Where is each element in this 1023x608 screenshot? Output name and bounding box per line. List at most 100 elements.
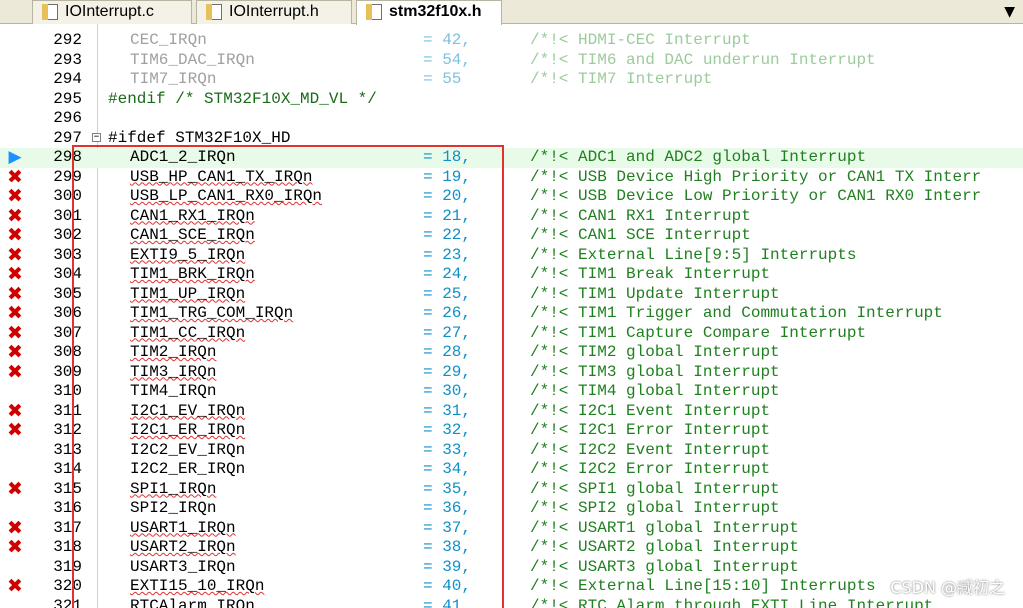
code-line[interactable]: 292 CEC_IRQn = 42, /*!< HDMI-CEC Interrupt (0, 31, 1023, 51)
line-number: 307 (53, 323, 82, 342)
fold-toggle-icon[interactable]: − (92, 132, 101, 142)
enum-value: = 35, (423, 479, 472, 498)
code-line[interactable]: 321 RTCAlarm_IRQn = 41, /*!< RTC Alarm thro… (0, 597, 1023, 608)
code-line[interactable]: 295 #endif /* STM32F10X_MD_VL */ (0, 90, 1023, 110)
code-comment: /*!< TIM4 global Interrupt (530, 382, 780, 400)
enum-value: = 55 (423, 70, 462, 88)
code-line[interactable]: ✖ 305 TIM1_UP_IRQn = 25, /*!< TIM1 Update In… (0, 284, 1023, 305)
error-x-icon[interactable]: ✖ (6, 323, 24, 343)
code-line[interactable]: 297− #ifdef STM32F10X_HD (0, 129, 1023, 149)
error-x-icon[interactable]: ✖ (6, 401, 24, 421)
code-line[interactable]: ✖ 307 TIM1_CC_IRQn = 27, /*!< TIM1 Capture C… (0, 323, 1023, 344)
code-line[interactable]: ✖ 306 TIM1_TRG_COM_IRQn = 26, /*!< TIM1 Trig… (0, 304, 1023, 324)
code-line[interactable]: ▶ 298 ADC1_2_IRQn = 18, /*!< ADC1 and ADC2 g… (0, 148, 1023, 168)
error-x-icon[interactable]: ✖ (6, 187, 24, 206)
line-number: 300 (53, 187, 82, 205)
error-x-icon[interactable]: ✖ (6, 362, 24, 382)
tab-list-dropdown-icon[interactable]: ▼ (1004, 4, 1015, 20)
code-line[interactable]: ✖ 320 EXTI15_10_IRQn = 40, /*!< External Lin… (0, 577, 1023, 597)
code-line[interactable]: ✖ 317 USART1_IRQn = 37, /*!< USART1 global I… (0, 518, 1023, 539)
code-comment: /*!< External Line[9:5] Interrupts (530, 245, 857, 264)
line-number: 303 (53, 245, 82, 264)
error-x-icon[interactable]: ✖ (6, 265, 24, 284)
enum-value: = 22, (423, 226, 472, 244)
error-x-icon[interactable]: ✖ (6, 167, 24, 187)
enum-identifier: CAN1_RX1_IRQn (130, 206, 255, 225)
code-comment: /*!< TIM7 Interrupt (530, 70, 713, 88)
enum-value: = 54, (423, 50, 472, 69)
enum-value: = 42, (423, 31, 472, 49)
error-x-icon[interactable]: ✖ (6, 421, 24, 440)
code-comment: /*!< TIM1 Capture Compare Interrupt (530, 323, 867, 342)
code-comment: /*!< HDMI-CEC Interrupt (530, 31, 751, 49)
error-x-icon[interactable]: ✖ (6, 245, 24, 265)
error-x-icon[interactable]: ✖ (6, 577, 24, 596)
enum-identifier: USART1_IRQn (130, 518, 236, 537)
error-x-icon[interactable]: ✖ (6, 479, 24, 499)
enum-identifier: TIM2_IRQn (130, 343, 217, 361)
code-line[interactable]: ✖ 309 TIM3_IRQn = 29, /*!< TIM3 global Inter… (0, 362, 1023, 383)
enum-value: = 32, (423, 421, 472, 439)
error-x-icon[interactable]: ✖ (6, 538, 24, 557)
code-comment: /*!< RTC Alarm through EXTI Line Interru… (530, 596, 934, 608)
code-line[interactable]: 316 SPI2_IRQn = 36, /*!< SPI2 global Interr… (0, 499, 1023, 519)
code-line[interactable]: 293 TIM6_DAC_IRQn = 54, /*!< TIM6 and DAC u… (0, 51, 1023, 71)
enum-identifier: CEC_IRQn (130, 31, 207, 49)
line-number: 304 (53, 265, 82, 283)
code-line[interactable]: ✖ 312 I2C1_ER_IRQn = 32, /*!< I2C1 Error Int… (0, 421, 1023, 441)
enum-identifier: RTCAlarm_IRQn (130, 596, 255, 608)
code-line[interactable]: ✖ 315 SPI1_IRQn = 35, /*!< SPI1 global Inter… (0, 479, 1023, 500)
code-line[interactable]: 319 USART3_IRQn = 39, /*!< USART3 global In… (0, 558, 1023, 578)
enum-identifier: USART2_IRQn (130, 538, 236, 556)
enum-identifier: TIM1_BRK_IRQn (130, 265, 255, 283)
enum-identifier: I2C1_EV_IRQn (130, 401, 246, 420)
code-line[interactable]: ✖ 303 EXTI9_5_IRQn = 23, /*!< External Line[… (0, 245, 1023, 266)
code-comment: /*!< USART2 global Interrupt (530, 538, 799, 556)
enum-identifier: TIM1_TRG_COM_IRQn (130, 304, 294, 322)
code-line[interactable]: ✖ 300 USB_LP_CAN1_RX0_IRQn = 20, /*!< USB De… (0, 187, 1023, 207)
code-comment: /*!< TIM1 Update Interrupt (530, 284, 780, 303)
code-line[interactable]: 296 (0, 109, 1023, 129)
enum-value: = 21, (423, 206, 472, 225)
tab-iointerrupt-c[interactable]: IOInterrupt.c (32, 0, 192, 24)
code-line[interactable]: 310 TIM4_IRQn = 30, /*!< TIM4 global Interr… (0, 382, 1023, 402)
code-line[interactable]: 314 I2C2_ER_IRQn = 34, /*!< I2C2 Error Inte… (0, 460, 1023, 480)
code-line[interactable]: ✖ 311 I2C1_EV_IRQn = 31, /*!< I2C1 Event Int… (0, 401, 1023, 422)
enum-identifier: EXTI9_5_IRQn (130, 245, 246, 264)
code-comment: /*!< USART3 global Interrupt (530, 557, 799, 576)
error-x-icon[interactable]: ✖ (6, 518, 24, 538)
code-line[interactable]: ✖ 304 TIM1_BRK_IRQn = 24, /*!< TIM1 Break In… (0, 265, 1023, 285)
error-x-icon[interactable]: ✖ (6, 284, 24, 304)
current-line-arrow-icon[interactable]: ▶ (6, 148, 24, 167)
line-number: 309 (53, 362, 82, 381)
code-line[interactable]: ✖ 299 USB_HP_CAN1_TX_IRQn = 19, /*!< USB Dev… (0, 167, 1023, 188)
code-line[interactable]: 294 TIM7_IRQn = 55 /*!< TIM7 Interrupt (0, 70, 1023, 90)
enum-identifier: TIM3_IRQn (130, 362, 217, 381)
h-file-icon (366, 4, 382, 20)
tab-stm32f10x-h[interactable]: stm32f10x.h (356, 0, 502, 25)
error-x-icon[interactable]: ✖ (6, 206, 24, 226)
error-x-icon[interactable]: ✖ (6, 343, 24, 362)
tab-iointerrupt-h[interactable]: IOInterrupt.h (196, 0, 352, 24)
enum-value: = 23, (423, 245, 472, 264)
code-line[interactable]: ✖ 318 USART2_IRQn = 38, /*!< USART2 global I… (0, 538, 1023, 558)
code-line[interactable]: 313 I2C2_EV_IRQn = 33, /*!< I2C2 Event Inte… (0, 441, 1023, 461)
tab-label: IOInterrupt.c (65, 3, 154, 20)
code-line[interactable]: ✖ 308 TIM2_IRQn = 28, /*!< TIM2 global Inter… (0, 343, 1023, 363)
code-comment: /*!< I2C1 Error Interrupt (530, 421, 771, 439)
line-number: 319 (53, 557, 82, 576)
enum-identifier: TIM7_IRQn (130, 70, 217, 88)
line-number: 293 (53, 50, 82, 69)
line-number: 313 (53, 440, 82, 459)
enum-value: = 27, (423, 323, 472, 342)
enum-value: = 30, (423, 382, 472, 400)
line-number: 320 (53, 577, 82, 595)
code-line[interactable]: ✖ 301 CAN1_RX1_IRQn = 21, /*!< CAN1 RX1 Inte… (0, 206, 1023, 227)
line-number: 301 (53, 206, 82, 225)
code-comment: /*!< USB Device Low Priority or CAN1 RX0… (530, 187, 982, 205)
code-line[interactable]: ✖ 302 CAN1_SCE_IRQn = 22, /*!< CAN1 SCE Inte… (0, 226, 1023, 246)
error-x-icon[interactable]: ✖ (6, 226, 24, 245)
code-editor[interactable]: 292 CEC_IRQn = 42,/*!< HDMI-CEC Interrupt 2… (0, 24, 1023, 608)
error-x-icon[interactable]: ✖ (6, 304, 24, 323)
file-tab-bar: IOInterrupt.c IOInterrupt.h stm32f10x.h … (0, 0, 1023, 25)
